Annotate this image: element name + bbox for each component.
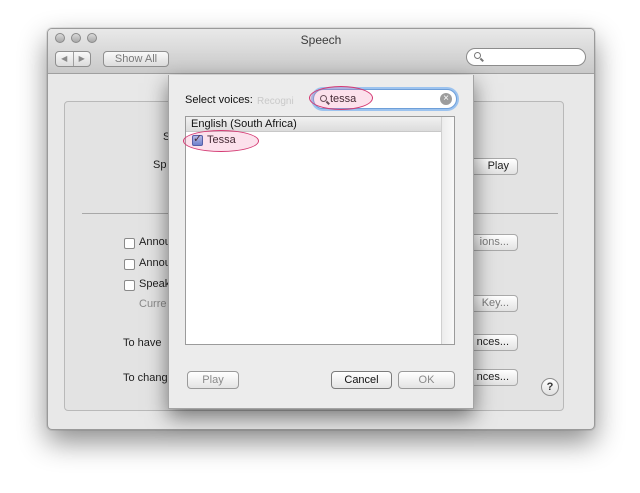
select-voices-label: Select voices: [185,94,253,106]
highlight-ring-search [309,86,373,110]
back-arrow-icon[interactable]: ◀ [56,52,74,66]
search-icon [474,52,481,59]
speak-selected-text-checkbox[interactable] [124,280,135,291]
bg-label-to-have: To have [123,337,162,349]
sheet-play-button[interactable]: Play [187,371,239,389]
nav-back-forward: ◀ ▶ [55,51,91,67]
highlight-ring-tessa [183,130,259,152]
bg-label-announce-1: Annou [139,236,171,248]
ghost-text-behind: Recogni [257,96,294,107]
bg-label-to-change: To change [123,372,174,384]
toolbar-search-field[interactable] [466,48,586,66]
select-voices-sheet: Select voices: Recogni tessa × English (… [168,75,474,409]
window-title: Speech [300,33,342,47]
bg-label-speaking-rate: Sp [153,159,167,171]
cancel-button[interactable]: Cancel [331,371,392,389]
announce-app-checkbox[interactable] [124,259,135,270]
clear-search-icon[interactable]: × [440,93,452,105]
help-icon[interactable]: ? [541,378,559,396]
show-all-button[interactable]: Show All [103,51,169,67]
announce-alerts-checkbox[interactable] [124,238,135,249]
titlebar: Speech ◀ ▶ Show All [48,29,594,74]
forward-arrow-icon[interactable]: ▶ [74,52,91,66]
ok-button[interactable]: OK [398,371,455,389]
bg-label-current-key: Curre [139,298,167,310]
bg-label-speak: Speak [139,278,171,290]
bg-label-announce-2: Annou [139,257,171,269]
voice-list-scrollbar[interactable] [441,117,454,344]
